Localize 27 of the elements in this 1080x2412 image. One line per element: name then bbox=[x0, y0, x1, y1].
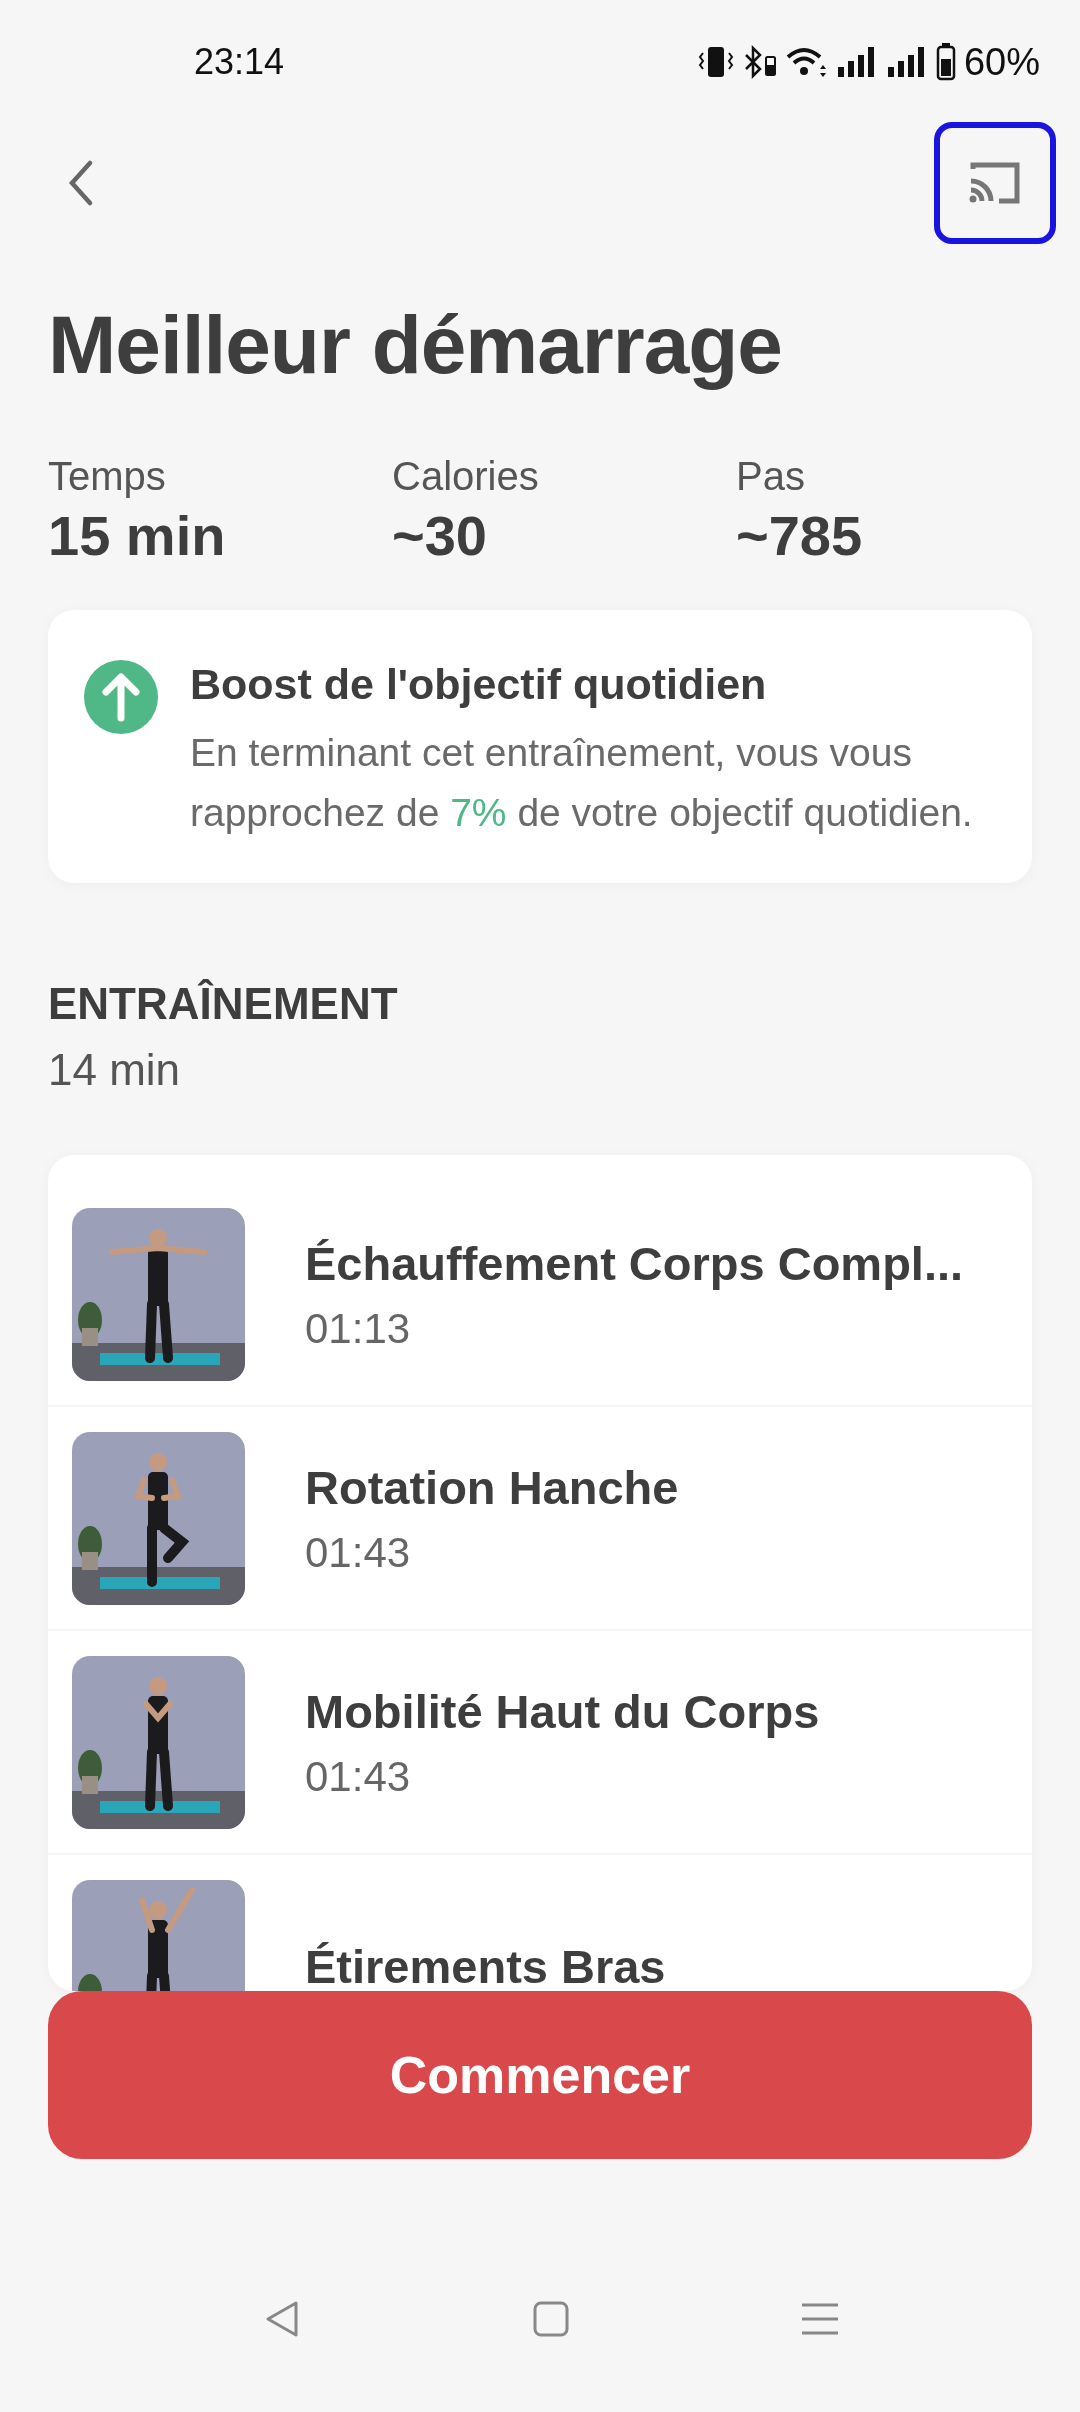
stat-value: ~30 bbox=[392, 503, 488, 568]
arrow-up-icon bbox=[84, 660, 158, 734]
boost-title: Boost de l'objectif quotidien bbox=[190, 660, 768, 709]
exercise-duration: 01:43 bbox=[305, 1528, 412, 1577]
stat-label: Temps bbox=[48, 454, 167, 499]
exercise-name: Mobilité Haut du Corps bbox=[305, 1683, 820, 1739]
section-duration: 14 min bbox=[48, 1045, 182, 1095]
exercise-name: Rotation Hanche bbox=[305, 1459, 679, 1515]
stat-label: Calories bbox=[392, 454, 540, 499]
stat-value: 15 min bbox=[48, 503, 227, 568]
wifi-icon bbox=[785, 45, 828, 79]
stat-value: ~785 bbox=[736, 503, 864, 568]
battery-percent: 60% bbox=[963, 40, 1040, 84]
stat-label: Pas bbox=[736, 454, 806, 499]
vibrate-icon bbox=[697, 45, 734, 79]
start-button[interactable]: Commencer bbox=[48, 1991, 1032, 2159]
exercise-name: Échauffement Corps Compl... bbox=[305, 1235, 964, 1291]
home-nav-icon[interactable] bbox=[531, 2299, 571, 2339]
workout-title: Meilleur démarrage bbox=[48, 298, 783, 392]
cast-button[interactable] bbox=[934, 122, 1056, 244]
exercise-name: Étirements Bras bbox=[305, 1938, 666, 1991]
exercise-duration: 01:43 bbox=[305, 1752, 412, 1801]
section-heading: ENTRAÎNEMENT bbox=[48, 979, 399, 1029]
status-time: 23:14 bbox=[194, 41, 285, 83]
exercise-duration: 01:13 bbox=[305, 1304, 412, 1353]
battery-icon bbox=[935, 43, 956, 81]
boost-description: En terminant cet entraînement, vous vous rapprochez de 7% de votre objectif quotidien. bbox=[190, 730, 974, 836]
